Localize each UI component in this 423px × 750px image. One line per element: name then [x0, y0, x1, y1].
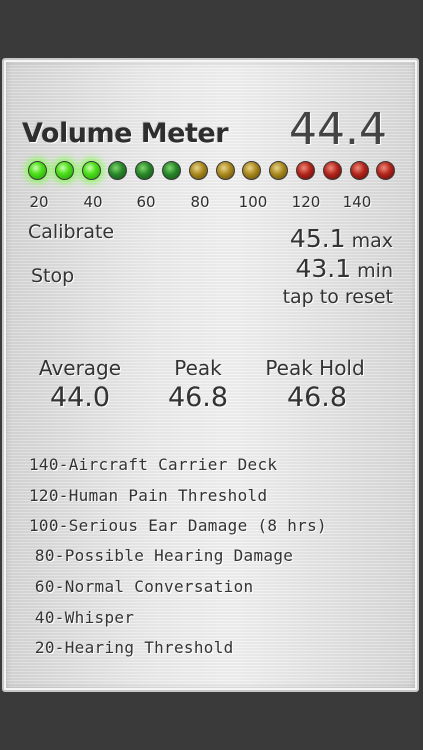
min-label: min [357, 260, 393, 282]
led-14 [376, 161, 396, 180]
led-3 [81, 161, 101, 180]
led-2 [54, 161, 74, 180]
app-title: Volume Meter [22, 118, 229, 149]
top-bar [0, 0, 423, 58]
led-11 [296, 161, 315, 180]
stop-button[interactable]: Stop [31, 265, 74, 287]
reference-item-120: 120-Human Pain Threshold [29, 486, 268, 505]
calibrate-button[interactable]: Calibrate [28, 221, 114, 243]
led-7 [188, 161, 208, 180]
peak-label: Peak [174, 356, 222, 380]
scale-tick-20: 20 [29, 193, 49, 211]
led-meter [24, 159, 400, 185]
led-6 [162, 161, 181, 180]
led-5 [135, 161, 155, 180]
reference-item-60: 60-Normal Conversation [25, 577, 254, 596]
peak-hold-label: Peak Hold [265, 356, 365, 380]
scale-tick-140: 140 [342, 193, 372, 211]
scale-tick-60: 60 [136, 193, 156, 211]
max-value: 45.1 [289, 224, 346, 253]
reference-item-100: 100-Serious Ear Damage (8 hrs) [29, 516, 327, 535]
scale-tick-120: 120 [291, 193, 321, 211]
max-label: max [351, 230, 393, 252]
current-level-readout: 44.4 [289, 104, 387, 155]
average-label: Average [38, 356, 122, 380]
min-value: 43.1 [295, 254, 352, 283]
led-1 [28, 161, 47, 180]
led-10 [269, 161, 289, 180]
reference-item-20: 20-Hearing Threshold [25, 638, 234, 657]
led-9 [242, 161, 262, 180]
led-13 [349, 161, 369, 180]
scale-tick-80: 80 [190, 193, 210, 211]
reset-button[interactable]: tap to reset [283, 286, 393, 308]
db-scale: 20 40 60 80 100 120 140 [20, 193, 400, 213]
average-value: 44.0 [49, 382, 111, 413]
scale-tick-100: 100 [238, 193, 268, 211]
led-12 [322, 161, 342, 180]
reference-item-40: 40-Whisper [25, 608, 135, 627]
led-8 [215, 161, 235, 180]
peak-hold-value: 46.8 [286, 382, 348, 413]
max-readout: 45.1 max [290, 224, 393, 253]
min-readout: 43.1 min [295, 254, 393, 283]
reference-item-140: 140-Aircraft Carrier Deck [29, 455, 278, 474]
scale-tick-40: 40 [83, 193, 103, 211]
reference-item-80: 80-Possible Hearing Damage [25, 546, 294, 565]
peak-value: 46.8 [167, 382, 229, 413]
led-4 [108, 161, 128, 180]
bottom-bar [0, 694, 423, 750]
